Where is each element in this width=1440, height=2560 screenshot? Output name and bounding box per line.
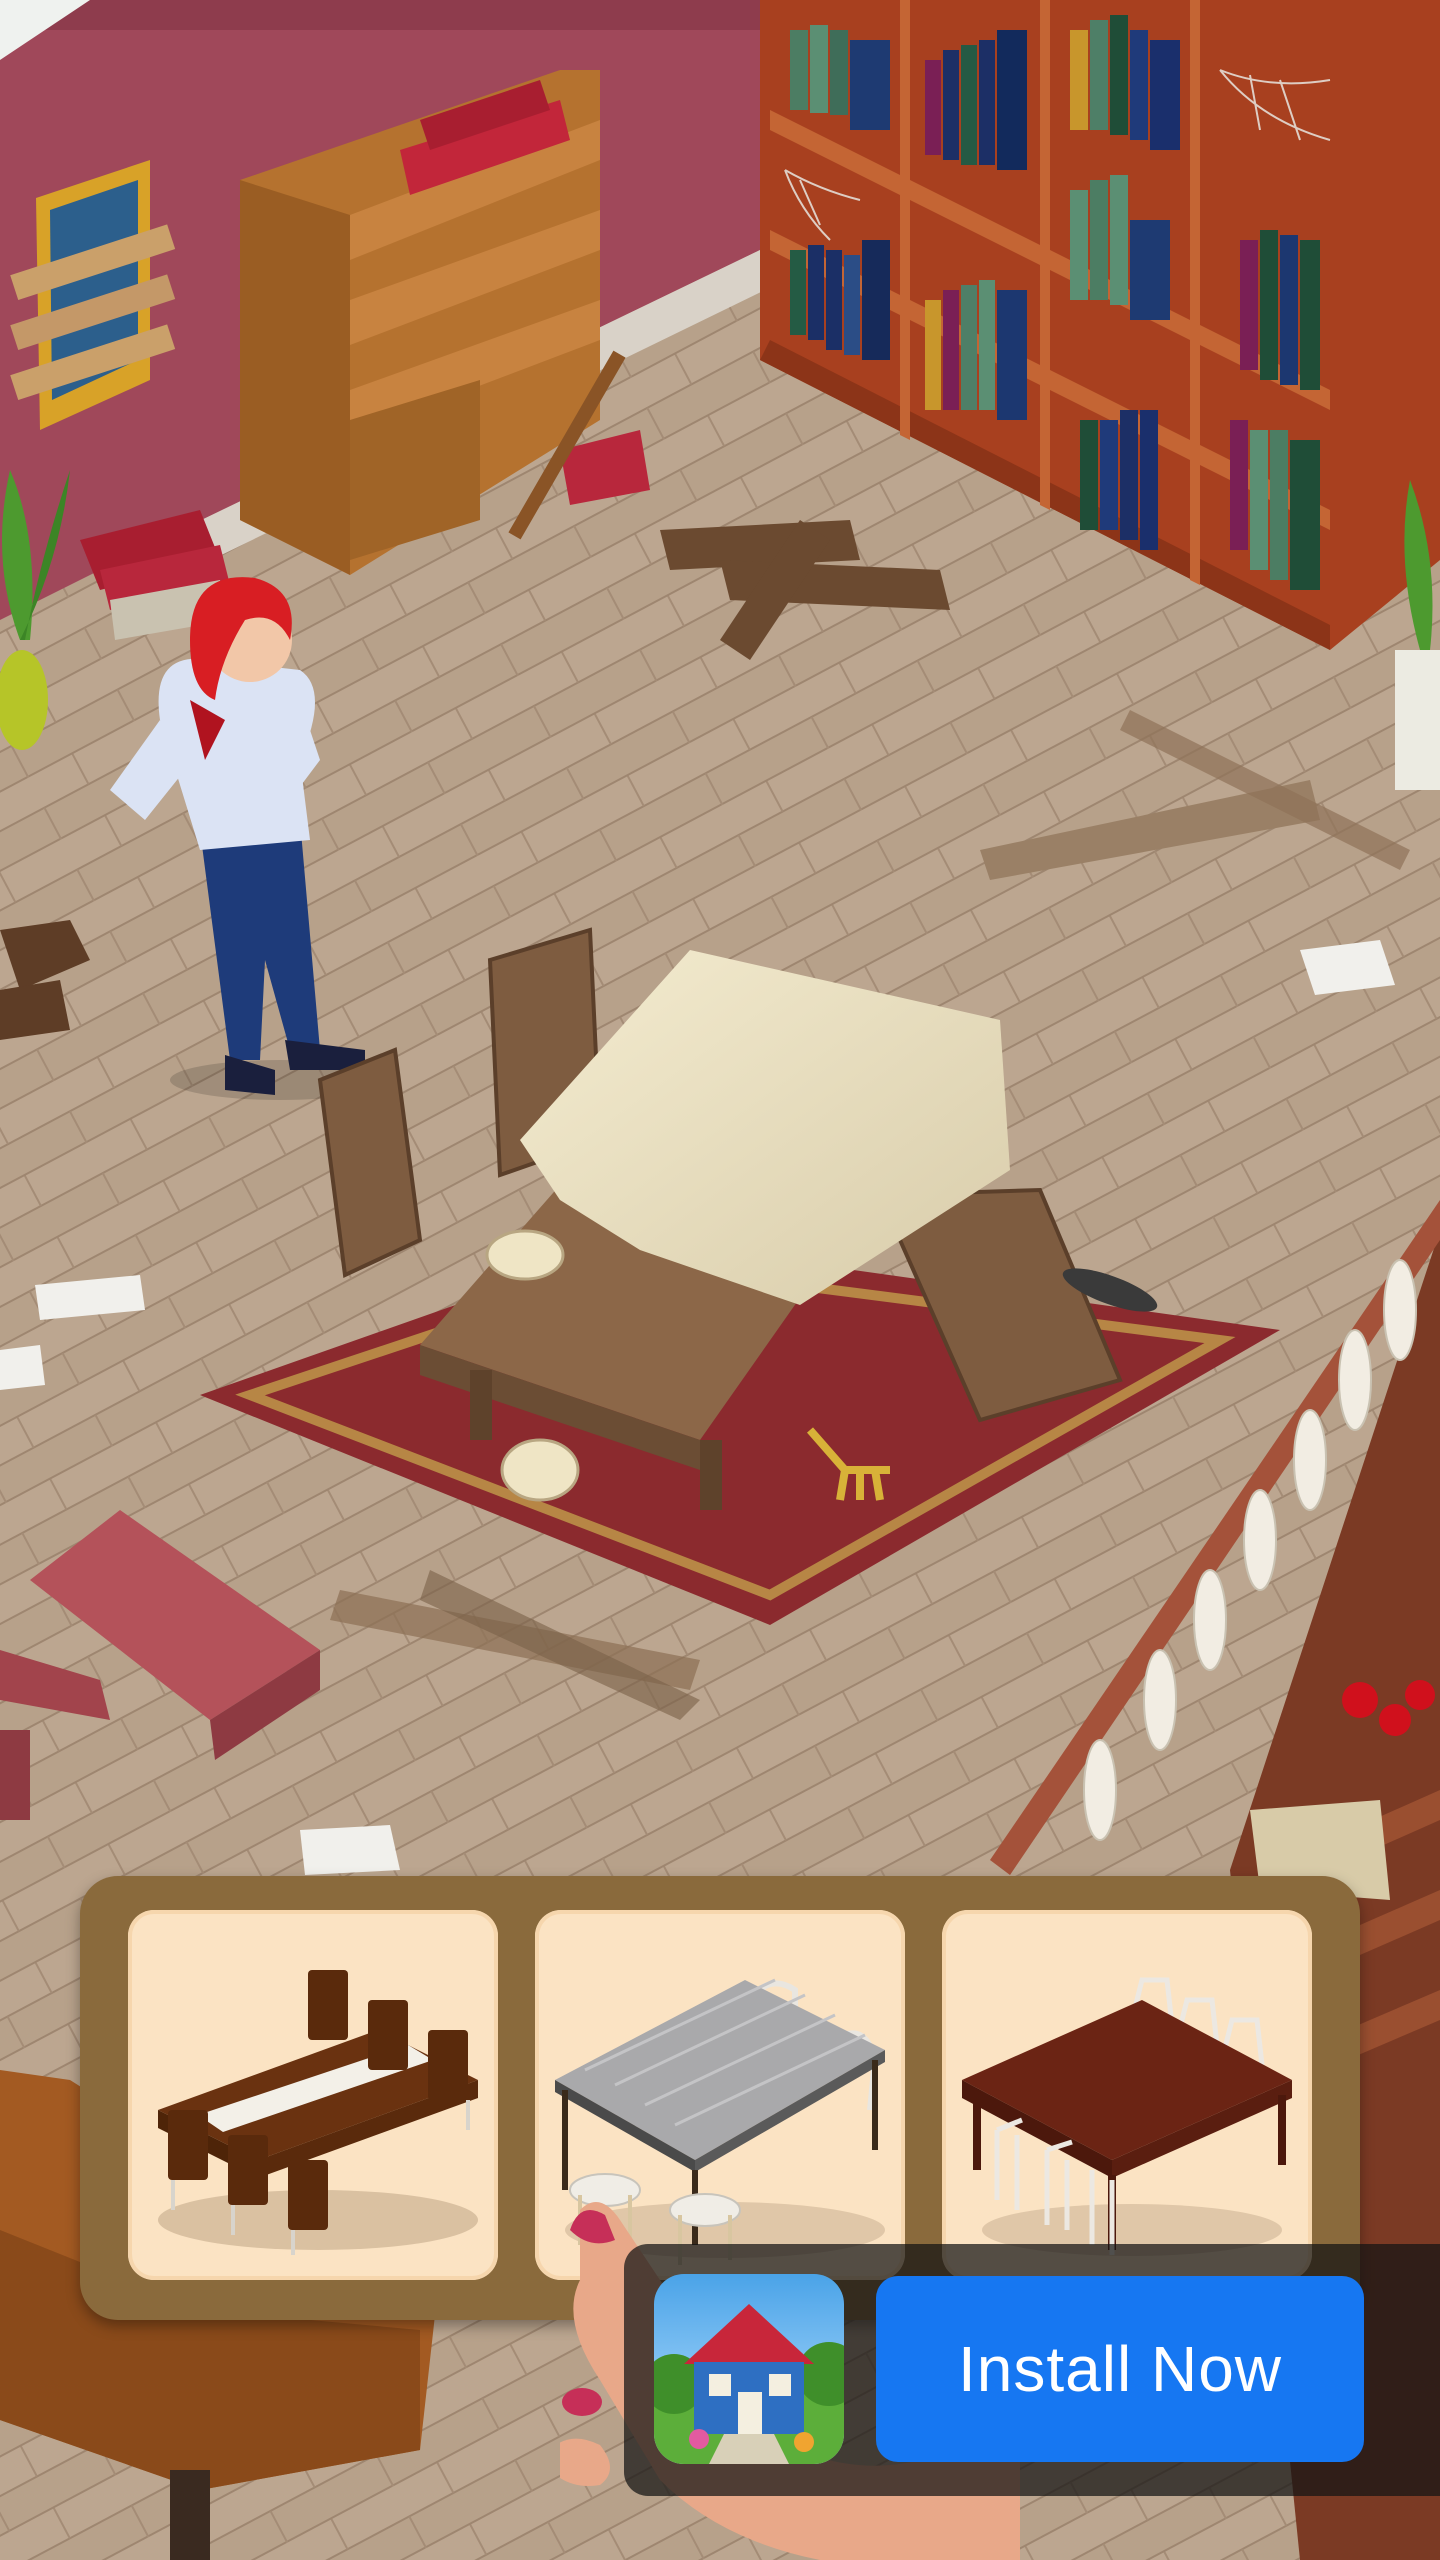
ad-install-bar: Install Now (624, 2244, 1440, 2496)
dining-option-1[interactable] (128, 1910, 498, 2280)
install-now-button[interactable]: Install Now (876, 2276, 1364, 2462)
house-app-icon[interactable] (654, 2274, 844, 2464)
dark-wood-table-icon (158, 1970, 478, 2255)
